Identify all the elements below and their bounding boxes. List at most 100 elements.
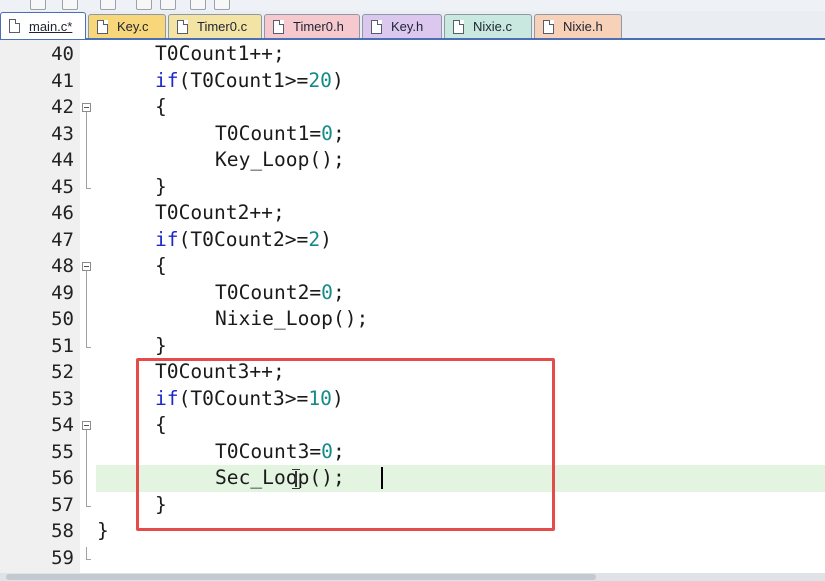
code-line[interactable]: 52 T0Count3++; — [0, 359, 825, 386]
code-text: if(T0Count3>=10) — [155, 386, 344, 413]
fold-minus-icon[interactable] — [82, 103, 91, 112]
code-line[interactable]: 55 T0Count3=0; — [0, 439, 825, 466]
number-token: 0 — [321, 439, 333, 463]
line-number: 46 — [51, 202, 74, 224]
tab-main-c[interactable]: main.c* — [0, 12, 86, 39]
tab-label: Key.h — [391, 19, 424, 34]
tab-timer0-h[interactable]: Timer0.h — [264, 14, 360, 38]
code-line[interactable]: 41 if(T0Count1>=20) — [0, 68, 825, 95]
toolbar-button[interactable] — [214, 0, 230, 10]
code-text: if(T0Count2>=2) — [155, 227, 332, 254]
code-text: T0Count3++; — [155, 359, 285, 386]
code-editor[interactable]: 40 T0Count1++; 41 if(T0Count1>=20) 42{43 T0Co… — [0, 40, 825, 573]
file-icon — [97, 19, 108, 34]
code-token: ; — [332, 280, 345, 304]
code-text: T0Count3=0; — [215, 439, 345, 466]
code-line[interactable]: 56 Sec_Loop(); — [0, 465, 825, 492]
file-icon — [371, 19, 382, 34]
fold-minus-icon[interactable] — [82, 262, 91, 271]
code-token: T0Count2++; — [155, 201, 285, 224]
toolbar-button[interactable] — [190, 0, 206, 10]
fold-end-marker — [86, 346, 91, 348]
code-token: } — [155, 174, 167, 198]
line-number: 54 — [51, 414, 74, 436]
code-line[interactable]: 42 { — [0, 94, 825, 121]
code-token: { — [155, 413, 167, 436]
fold-guide-line — [86, 546, 87, 559]
code-text: T0Count1=0; — [215, 121, 345, 148]
tab-key-h[interactable]: Key.h — [362, 14, 442, 38]
code-token: Sec_Loop(); — [215, 466, 345, 489]
toolbar-button[interactable] — [136, 0, 152, 10]
scrollbar-thumb[interactable] — [6, 574, 596, 580]
code-token: { — [155, 95, 167, 118]
number-token: 10 — [308, 386, 332, 410]
code-token: T0Count3= — [215, 439, 322, 463]
keyword-token: if — [155, 386, 179, 410]
code-token: ; — [332, 121, 345, 145]
keyword-token: if — [155, 227, 179, 251]
code-line[interactable]: 49 T0Count2=0; — [0, 280, 825, 307]
tab-nixie-h[interactable]: Nixie.h — [534, 14, 622, 38]
code-line[interactable]: 53 if(T0Count3>=10) — [0, 386, 825, 413]
toolbar-button[interactable] — [30, 0, 46, 10]
code-token: T0Count1= — [215, 121, 322, 145]
line-number: 51 — [51, 334, 74, 357]
code-line[interactable]: 58} — [0, 518, 825, 545]
tab-label: Nixie.c — [473, 19, 513, 34]
line-number: 49 — [51, 281, 74, 304]
code-token: ; — [332, 439, 345, 463]
code-text: { — [155, 253, 167, 280]
code-token: } — [97, 519, 109, 542]
text-cursor-icon — [292, 469, 300, 489]
code-line[interactable]: 45} — [0, 174, 825, 201]
tab-label: main.c* — [29, 18, 73, 34]
code-text: T0Count2++; — [155, 200, 285, 227]
code-token: ) — [320, 227, 332, 251]
line-number: 40 — [51, 43, 74, 65]
code-text: } — [155, 492, 167, 519]
line-number: 47 — [51, 228, 74, 251]
toolbar-button[interactable] — [100, 0, 116, 10]
code-token: (T0Count2>= — [178, 227, 309, 251]
toolbar-button[interactable] — [62, 0, 78, 10]
code-line[interactable]: 46 T0Count2++; — [0, 200, 825, 227]
code-token: { — [155, 254, 167, 277]
code-line[interactable]: 59 — [0, 545, 825, 572]
line-number: 59 — [51, 546, 74, 569]
code-text: T0Count2=0; — [215, 280, 345, 307]
tab-nixie-c[interactable]: Nixie.c — [444, 14, 532, 38]
tab-key-c[interactable]: Key.c — [88, 14, 166, 38]
code-line[interactable]: 50 Nixie_Loop(); — [0, 306, 825, 333]
file-icon — [177, 19, 188, 34]
code-line[interactable]: 47 if(T0Count2>=2) — [0, 227, 825, 254]
code-token: (T0Count1>= — [178, 68, 309, 92]
code-text: Sec_Loop(); — [215, 465, 345, 492]
fold-minus-icon[interactable] — [82, 421, 91, 430]
code-line[interactable]: 40 T0Count1++; — [0, 41, 825, 68]
file-icon — [543, 19, 554, 34]
code-line[interactable]: 54 { — [0, 412, 825, 439]
code-token: T0Count2= — [215, 280, 322, 304]
current-line-highlight — [96, 465, 825, 492]
code-line[interactable]: 51} — [0, 333, 825, 360]
horizontal-scrollbar[interactable] — [0, 573, 825, 581]
toolbar-button[interactable] — [160, 0, 176, 10]
tab-timer0-c[interactable]: Timer0.c — [168, 14, 262, 38]
code-token: T0Count3++; — [155, 360, 285, 383]
code-line[interactable]: 57} — [0, 492, 825, 519]
number-token: 2 — [308, 227, 321, 251]
line-number: 53 — [51, 387, 74, 410]
code-line[interactable]: 48 { — [0, 253, 825, 280]
file-icon — [273, 19, 284, 34]
tab-label: Nixie.h — [563, 19, 603, 34]
tab-label: Timer0.c — [197, 19, 248, 34]
line-number: 56 — [51, 467, 74, 489]
code-text: { — [155, 94, 167, 121]
line-number: 55 — [51, 440, 74, 463]
code-line[interactable]: 44 Key_Loop(); — [0, 147, 825, 174]
code-line[interactable]: 43 T0Count1=0; — [0, 121, 825, 148]
number-token: 0 — [321, 121, 333, 145]
number-token: 0 — [321, 280, 333, 304]
code-text: Key_Loop(); — [215, 147, 345, 174]
